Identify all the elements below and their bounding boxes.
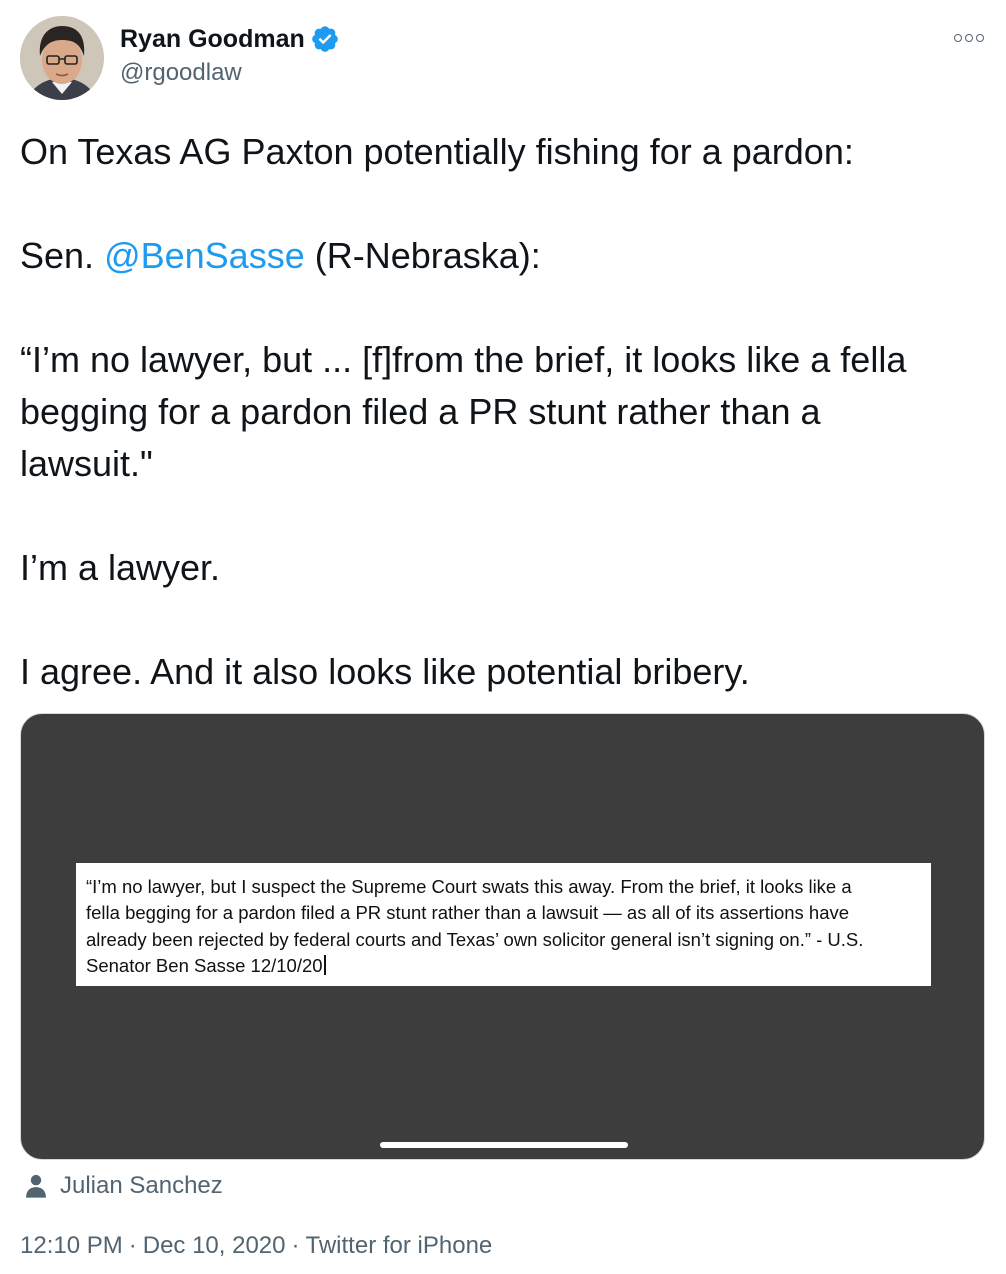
tweet-time[interactable]: 12:10 PM — [20, 1232, 123, 1259]
media-attachment[interactable]: “I’m no lawyer, but I suspect the Suprem… — [20, 713, 985, 1160]
quote-image-line-4-text: Senator Ben Sasse 12/10/20 — [86, 955, 323, 977]
separator-dot: · — [291, 1232, 300, 1259]
text-cursor — [323, 955, 326, 976]
quote-image-line-1: “I’m no lawyer, but I suspect the Suprem… — [86, 876, 852, 897]
verified-badge-icon — [310, 24, 340, 54]
tweet-quote-line-3: lawsuit." — [20, 443, 153, 484]
tweet-line-senator-prefix: Sen. — [20, 235, 105, 276]
more-options-icon[interactable] — [954, 28, 984, 48]
tweet-line-senator: Sen. @BenSasse (R-Nebraska): — [20, 230, 990, 282]
tweet-quote-line-1: “I’m no lawyer, but ... [f]from the brie… — [20, 339, 907, 380]
person-icon — [22, 1172, 50, 1200]
tagged-user-row[interactable]: Julian Sanchez — [22, 1170, 223, 1202]
tweet-metadata: 12:10 PM · Dec 10, 2020 · Twitter for iPhone — [20, 1230, 492, 1262]
tweet-date[interactable]: Dec 10, 2020 — [143, 1232, 286, 1259]
separator-dot: · — [128, 1232, 137, 1259]
tagged-user-name[interactable]: Julian Sanchez — [60, 1172, 223, 1200]
tweet-line-agree: I agree. And it also looks like potentia… — [20, 651, 750, 692]
name-row: Ryan Goodman — [120, 22, 340, 56]
tweet-line-intro: On Texas AG Paxton potentially fishing f… — [20, 131, 854, 172]
home-indicator-bar — [380, 1142, 628, 1148]
user-handle[interactable]: @rgoodlaw — [120, 58, 340, 88]
mention-link[interactable]: @BenSasse — [104, 235, 305, 276]
quote-image-line-2: fella begging for a pardon filed a PR st… — [86, 902, 850, 924]
display-name[interactable]: Ryan Goodman — [120, 22, 305, 56]
tweet-line-senator-suffix: (R-Nebraska): — [304, 235, 541, 276]
author-block: Ryan Goodman @rgoodlaw — [120, 22, 340, 88]
quote-image-text-box: “I’m no lawyer, but I suspect the Suprem… — [76, 863, 931, 986]
tweet-source[interactable]: Twitter for iPhone — [306, 1232, 493, 1259]
tweet-quote-line-2: begging for a pardon filed a PR stunt ra… — [20, 391, 821, 432]
tweet: Ryan Goodman @rgoodlaw On Texas AG Paxto… — [0, 0, 1006, 1274]
avatar-image — [20, 16, 104, 100]
quote-image-line-4: Senator Ben Sasse 12/10/20 — [86, 953, 921, 979]
tweet-line-lawyer: I’m a lawyer. — [20, 547, 221, 588]
avatar[interactable] — [20, 16, 104, 100]
quote-image-line-3: already been rejected by federal courts … — [86, 928, 864, 950]
tweet-text: On Texas AG Paxton potentially fishing f… — [20, 126, 990, 698]
